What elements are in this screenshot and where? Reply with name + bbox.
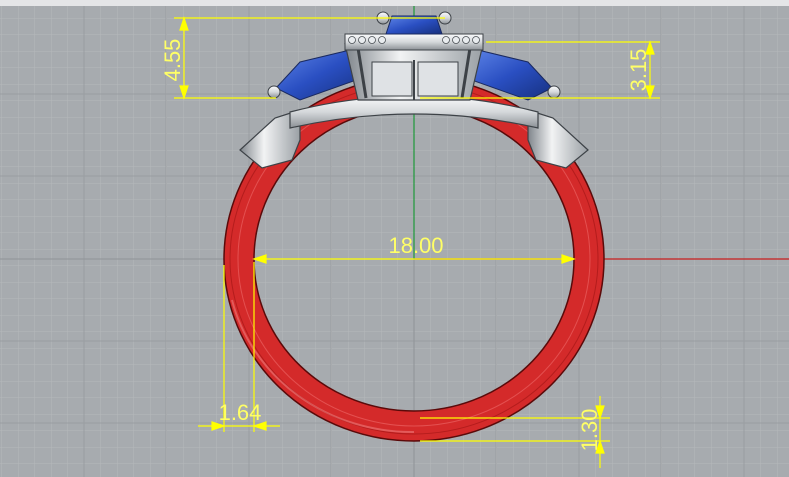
center-gem [385,15,443,35]
halo-band [344,33,484,51]
viewport-canvas[interactable]: 4.55 3.15 18.00 1.64 1.30 [0,0,789,477]
dimension-height-total-label: 4.55 [160,39,185,82]
dimension-inner-diameter-label: 18.00 [388,233,443,258]
dimension-bottom-thickness-label: 1.30 [577,409,602,452]
dimension-head-height-label: 3.15 [626,49,651,92]
rhino-front-viewport[interactable]: 4.55 3.15 18.00 1.64 1.30 [0,0,789,477]
viewport-top-strip [0,0,789,6]
dimension-side-thickness-label: 1.64 [219,400,262,425]
